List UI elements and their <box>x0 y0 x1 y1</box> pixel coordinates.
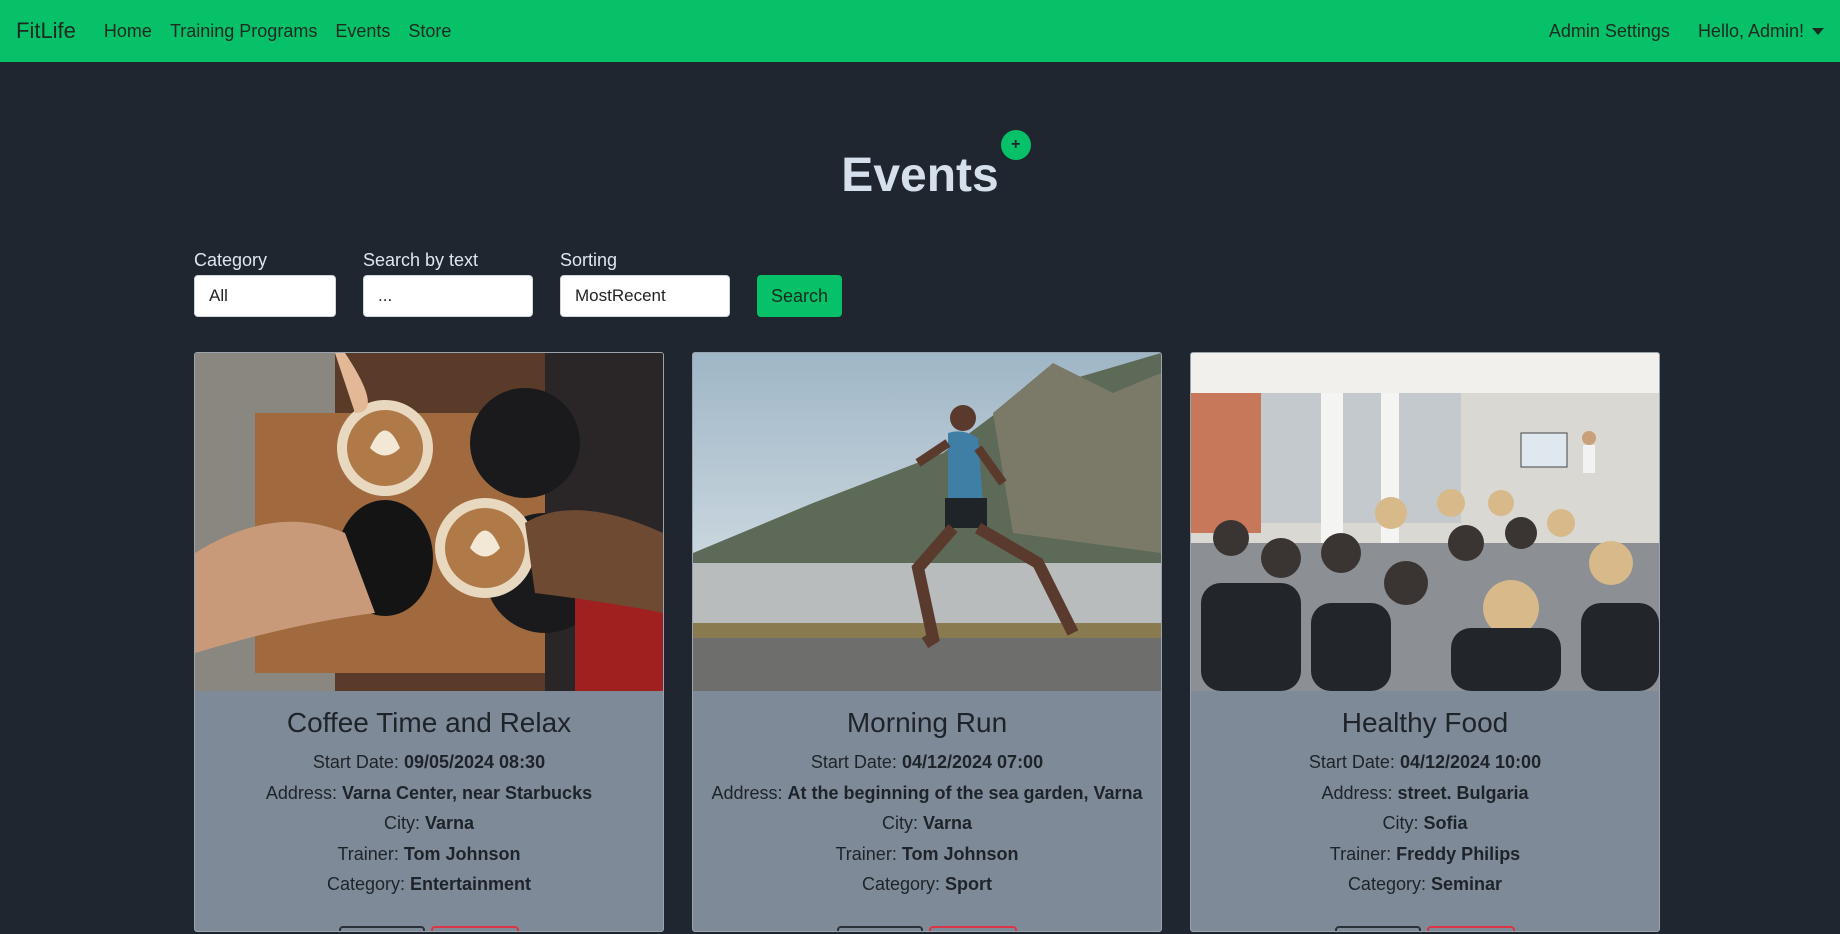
event-details-button[interactable] <box>1335 925 1421 931</box>
search-filter: Search by text ... <box>363 250 533 317</box>
event-address: Address: Varna Center, near Starbucks <box>265 782 593 803</box>
nav-events[interactable]: Events <box>335 21 390 42</box>
nav-home[interactable]: Home <box>104 21 152 42</box>
search-label: Search by text <box>363 250 479 270</box>
page-title-text: Events <box>841 149 999 202</box>
event-card: Healthy Food Start Date: 04/12/2024 10:0… <box>1190 352 1660 932</box>
event-trainer: Trainer: Tom Johnson <box>835 843 1019 864</box>
event-image-run <box>693 353 1161 691</box>
nav-admin-settings[interactable]: Admin Settings <box>1549 21 1670 42</box>
event-image-seminar <box>1191 353 1659 691</box>
user-greeting: Hello, Admin! <box>1697 20 1804 41</box>
event-card-body: Coffee Time and Relax Start Date: 09/05/… <box>195 691 663 931</box>
nav-right: Admin Settings Hello, Admin! <box>1521 21 1824 42</box>
event-actions <box>205 925 653 931</box>
event-title: Coffee Time and Relax <box>286 707 572 738</box>
main-content: Events + <box>190 62 1650 266</box>
event-category: Category: Sport <box>861 874 993 894</box>
search-input[interactable]: ... <box>363 275 533 317</box>
sorting-select[interactable]: MostRecent <box>560 275 730 317</box>
event-city: City: Varna <box>383 813 475 833</box>
page-title: Events + <box>841 130 1031 203</box>
seminar-photo <box>1191 353 1659 691</box>
nav-training-programs[interactable]: Training Programs <box>170 21 317 42</box>
nav-store[interactable]: Store <box>408 21 451 42</box>
event-actions <box>703 925 1151 931</box>
event-title: Morning Run <box>846 707 1008 738</box>
title-wrap: Events + <box>190 62 1650 238</box>
sorting-label: Sorting <box>560 250 618 270</box>
event-city: City: Sofia <box>1382 813 1468 833</box>
event-trainer: Trainer: Freddy Philips <box>1329 843 1521 864</box>
event-start-date: Start Date: 04/12/2024 07:00 <box>810 752 1044 772</box>
category-select[interactable]: All <box>194 275 336 317</box>
running-photo <box>693 353 1161 691</box>
top-navbar: FitLife Home Training Programs Events St… <box>0 0 1840 62</box>
event-city: City: Varna <box>881 813 973 833</box>
event-start-date: Start Date: 09/05/2024 08:30 <box>312 752 546 772</box>
event-title: Healthy Food <box>1341 707 1509 738</box>
sorting-filter: Sorting MostRecent <box>560 250 730 317</box>
event-image-coffee <box>195 353 663 691</box>
event-delete-button[interactable] <box>431 925 519 931</box>
filter-row: Category All Search by text ... Sorting … <box>194 250 843 317</box>
event-details-button[interactable] <box>339 925 425 931</box>
event-category: Category: Seminar <box>1347 874 1503 894</box>
caret-down-icon <box>1812 28 1824 36</box>
event-cards: Coffee Time and Relax Start Date: 09/05/… <box>194 352 1660 932</box>
event-address: Address: At the beginning of the sea gar… <box>711 782 1143 803</box>
search-button[interactable]: Search <box>757 275 843 317</box>
coffee-photo <box>195 353 663 691</box>
event-delete-button[interactable] <box>1427 925 1515 931</box>
brand-logo[interactable]: FitLife <box>16 18 76 44</box>
add-event-button[interactable]: + <box>1000 130 1031 160</box>
event-card-body: Morning Run Start Date: 04/12/2024 07:00… <box>693 691 1161 931</box>
event-card: Morning Run Start Date: 04/12/2024 07:00… <box>692 352 1162 932</box>
nav-left: FitLife Home Training Programs Events St… <box>16 18 469 44</box>
category-filter: Category All <box>194 250 336 317</box>
event-actions <box>1201 925 1649 931</box>
event-start-date: Start Date: 04/12/2024 10:00 <box>1308 752 1542 772</box>
event-category: Category: Entertainment <box>326 874 532 894</box>
category-label: Category <box>194 250 268 270</box>
event-card: Coffee Time and Relax Start Date: 09/05/… <box>194 352 664 932</box>
event-trainer: Trainer: Tom Johnson <box>337 843 521 864</box>
event-card-body: Healthy Food Start Date: 04/12/2024 10:0… <box>1191 691 1659 931</box>
event-address: Address: street. Bulgaria <box>1321 782 1529 803</box>
user-menu-toggle[interactable]: Hello, Admin! <box>1698 21 1824 42</box>
event-details-button[interactable] <box>837 925 923 931</box>
event-delete-button[interactable] <box>929 925 1017 931</box>
